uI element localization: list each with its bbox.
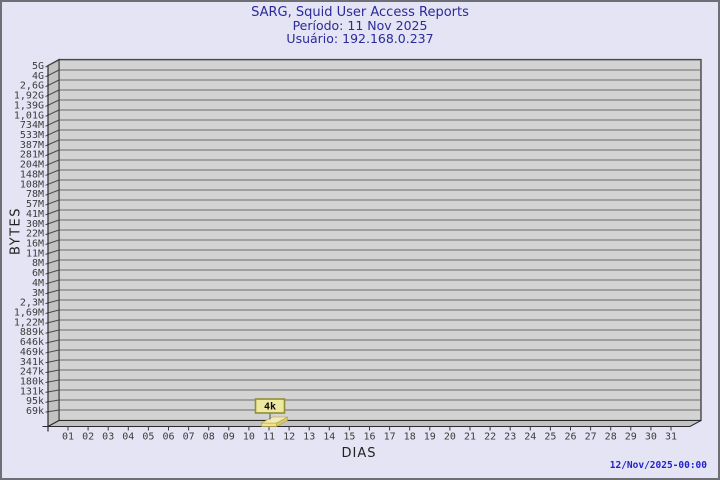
x-tick-label: 22 (484, 432, 496, 443)
x-tick-label: 11 (263, 432, 275, 443)
x-tick-label: 31 (665, 432, 677, 443)
x-tick-label: 18 (404, 432, 416, 443)
x-tick-label: 12 (283, 432, 295, 443)
bar (261, 422, 277, 427)
x-tick-label: 10 (243, 432, 255, 443)
y-tick-label: 69k (26, 406, 44, 417)
x-tick-label: 02 (82, 432, 94, 443)
x-tick-label: 23 (504, 432, 516, 443)
plot-floor (47, 420, 702, 427)
x-tick-label: 08 (203, 432, 215, 443)
x-tick-label: 06 (162, 432, 174, 443)
x-tick-label: 16 (363, 432, 375, 443)
x-tick-label: 07 (183, 432, 195, 443)
y-axis-title: BYTES (8, 206, 24, 256)
x-tick-label: 29 (625, 432, 637, 443)
chart-frame: SARG, Squid User Access Reports Período:… (0, 0, 720, 480)
x-tick-label: 25 (544, 432, 556, 443)
x-tick-label: 09 (223, 432, 235, 443)
generated-timestamp: 12/Nov/2025-00:00 (609, 460, 707, 471)
bar-value-label: 4k (264, 402, 276, 413)
x-tick-label: 20 (444, 432, 456, 443)
x-tick-label: 21 (464, 432, 476, 443)
x-tick-label: 05 (142, 432, 154, 443)
x-tick-label: 28 (605, 432, 617, 443)
x-tick-label: 01 (62, 432, 74, 443)
x-tick-label: 15 (343, 432, 355, 443)
x-tick-label: 03 (102, 432, 114, 443)
x-tick-label: 13 (303, 432, 315, 443)
x-tick-label: 24 (524, 432, 536, 443)
x-tick-label: 19 (424, 432, 436, 443)
x-tick-label: 27 (585, 432, 597, 443)
x-tick-label: 14 (323, 432, 335, 443)
x-tick-label: 26 (564, 432, 576, 443)
x-tick-label: 04 (122, 432, 134, 443)
x-tick-label: 17 (384, 432, 396, 443)
x-tick-label: 30 (645, 432, 657, 443)
x-axis-title: DIAS (341, 446, 377, 461)
plot-area: 5G4G2,6G1,92G1,39G1,01G734M533M387M281M2… (14, 58, 702, 443)
